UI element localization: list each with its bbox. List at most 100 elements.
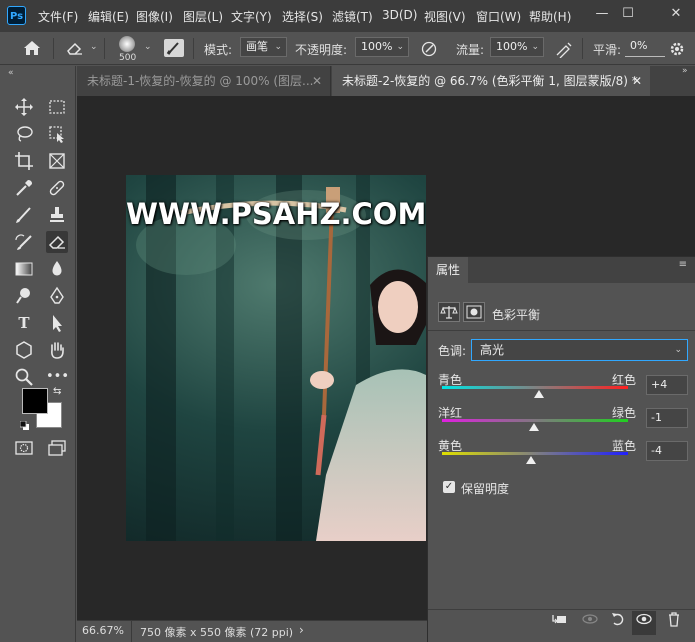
status-menu-arrow-icon[interactable]: › [299, 623, 304, 637]
menu-view[interactable]: 视图(V) [424, 8, 466, 25]
eraser-tool-icon[interactable] [46, 231, 68, 253]
cyan-red-slider[interactable] [442, 386, 628, 389]
chevron-down-icon: ⌄ [274, 42, 282, 52]
smoothing-settings-gear-icon[interactable] [669, 41, 685, 57]
tab-document-2[interactable]: 未标题-2-恢复的 @ 66.7% (色彩平衡 1, 图层蒙版/8) * ✕ [332, 66, 650, 96]
toggle-visibility-eye-icon[interactable] [632, 611, 656, 635]
menu-filter[interactable]: 滤镜(T) [332, 8, 373, 25]
shape-tool-icon[interactable] [13, 339, 35, 361]
marquee-tool-icon[interactable] [46, 96, 68, 118]
tab-title: 未标题-1-恢复的-恢复的 @ 100% (图层... [87, 74, 314, 88]
brush-settings-icon[interactable] [164, 39, 184, 57]
close-button[interactable]: ✕ [664, 3, 688, 25]
menu-layer[interactable]: 图层(L) [183, 8, 223, 25]
yellow-blue-slider-thumb[interactable] [526, 456, 536, 464]
path-selection-tool-icon[interactable] [46, 312, 68, 334]
magenta-green-value[interactable]: -1 [646, 408, 688, 428]
magenta-green-slider-thumb[interactable] [529, 423, 539, 431]
document-image[interactable]: WWW.PSAHZ.COM [126, 175, 426, 541]
menu-type[interactable]: 文字(Y) [231, 8, 272, 25]
type-tool-icon[interactable]: T [13, 312, 35, 334]
menu-window[interactable]: 窗口(W) [476, 8, 521, 25]
properties-footer [548, 611, 695, 635]
clone-stamp-tool-icon[interactable] [46, 204, 68, 226]
tab-document-1[interactable]: 未标题-1-恢复的-恢复的 @ 100% (图层... ✕ [77, 66, 331, 96]
adjustment-title: 色彩平衡 [492, 308, 541, 322]
brush-dropdown-icon[interactable]: ⌄ [144, 42, 152, 52]
cyan-red-value[interactable]: +4 [646, 375, 688, 395]
opacity-value: 100% [361, 40, 393, 53]
foreground-color-swatch[interactable] [22, 388, 48, 414]
menu-file[interactable]: 文件(F) [38, 8, 78, 25]
tab-properties[interactable]: 属性 [428, 257, 468, 283]
smoothing-input[interactable]: 0% [625, 37, 665, 57]
menu-image[interactable]: 图像(I) [136, 8, 173, 25]
balance-scale-icon[interactable] [438, 302, 460, 322]
menu-select[interactable]: 选择(S) [282, 8, 323, 25]
options-bar: ⌄ 500 ⌄ 模式: 画笔 ⌄ 不透明度: 100% ⌄ 流量: 100% ⌄ 平滑… [0, 32, 695, 65]
eyedropper-tool-icon[interactable] [13, 177, 35, 199]
home-icon[interactable] [22, 39, 42, 57]
brush-tool-icon[interactable] [13, 204, 35, 226]
mode-label: 模式: [204, 43, 233, 57]
collapse-toolbar-icon[interactable]: « [8, 68, 14, 78]
gradient-tool-icon[interactable] [13, 258, 35, 280]
flow-input[interactable]: 100% ⌄ [490, 37, 544, 57]
object-select-tool-icon[interactable] [46, 123, 68, 145]
lasso-tool-icon[interactable] [13, 123, 35, 145]
brush-preview-icon[interactable] [119, 36, 135, 52]
tone-label: 色调: [438, 344, 467, 358]
zoom-tool-icon[interactable] [13, 366, 35, 388]
cyan-red-slider-thumb[interactable] [534, 390, 544, 398]
pressure-opacity-icon[interactable] [420, 40, 438, 58]
panel-menu-icon[interactable]: ≡ [679, 259, 687, 270]
quick-mask-icon[interactable] [13, 437, 35, 459]
delete-trash-icon[interactable] [662, 611, 686, 635]
default-colors-icon[interactable] [19, 419, 29, 430]
zoom-level[interactable]: 66.67% [82, 624, 124, 637]
move-tool-icon[interactable] [13, 96, 35, 118]
menu-edit[interactable]: 编辑(E) [88, 8, 129, 25]
minimize-button[interactable]: — [590, 3, 614, 25]
hand-tool-icon[interactable] [46, 339, 68, 361]
chevron-down-icon: ⌄ [531, 42, 539, 52]
magenta-green-slider[interactable] [442, 419, 628, 422]
frame-tool-icon[interactable] [46, 150, 68, 172]
menu-3d[interactable]: 3D(D) [382, 8, 417, 22]
yellow-blue-value[interactable]: -4 [646, 441, 688, 461]
watermark: WWW.PSAHZ.COM [126, 197, 426, 231]
photoshop-logo: Ps [7, 6, 26, 25]
more-tools-icon[interactable]: ••• [46, 366, 69, 388]
close-icon[interactable]: ✕ [312, 66, 322, 96]
close-icon[interactable]: ✕ [632, 66, 642, 96]
swap-colors-icon[interactable]: ⇆ [53, 386, 61, 397]
maximize-button[interactable]: ☐ [616, 3, 640, 25]
smoothing-value: 0% [630, 39, 648, 52]
collapse-panels-icon[interactable]: » [682, 66, 688, 76]
screen-mode-icon[interactable] [46, 437, 68, 459]
healing-brush-tool-icon[interactable] [46, 177, 68, 199]
chevron-down-icon[interactable]: ⌄ [90, 42, 98, 52]
opacity-input[interactable]: 100% ⌄ [355, 37, 409, 57]
clip-to-layer-icon[interactable] [548, 611, 572, 635]
smoothing-label: 平滑: [593, 43, 622, 57]
eraser-icon[interactable] [64, 40, 86, 56]
history-brush-tool-icon[interactable] [13, 231, 35, 253]
menu-help[interactable]: 帮助(H) [529, 8, 571, 25]
tool-panel: « T ••• ⇆ [0, 66, 76, 642]
pen-tool-icon[interactable] [46, 285, 68, 307]
blur-tool-icon[interactable] [46, 258, 68, 280]
reset-adjustment-icon[interactable] [606, 611, 630, 635]
dodge-tool-icon[interactable] [13, 285, 35, 307]
airbrush-icon[interactable] [554, 40, 574, 59]
preserve-luminosity-checkbox[interactable]: ✓ [443, 481, 455, 493]
view-previous-state-icon[interactable] [578, 611, 602, 635]
properties-panel: 属性 ≡ 色彩平衡 色调: 高光 ⌄ 青色 红色 +4 洋红 绿色 -1 黄色 … [427, 256, 695, 642]
layer-mask-icon[interactable] [463, 302, 485, 322]
crop-tool-icon[interactable] [13, 150, 35, 172]
mode-select[interactable]: 画笔 ⌄ [240, 37, 287, 57]
tab-title: 未标题-2-恢复的 @ 66.7% (色彩平衡 1, 图层蒙版/8) * [342, 74, 638, 88]
watermark-text: WWW.PSAHZ.COM [126, 197, 426, 231]
yellow-blue-slider[interactable] [442, 452, 628, 455]
tone-select[interactable]: 高光 ⌄ [471, 339, 688, 361]
